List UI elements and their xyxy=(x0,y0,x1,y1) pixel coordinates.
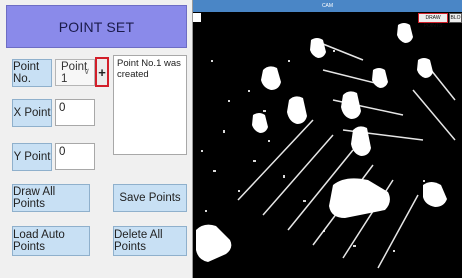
y-point-button[interactable]: Y Point xyxy=(12,143,52,171)
x-point-input[interactable]: 0 xyxy=(55,99,95,126)
point-select[interactable]: Point 1 ∨ xyxy=(55,59,95,86)
draw-points-button[interactable]: DRAW POINTS xyxy=(418,13,448,29)
camera-image xyxy=(193,0,462,278)
page-title: POINT SET xyxy=(6,5,187,48)
load-auto-points-button[interactable]: Load Auto Points xyxy=(12,226,90,256)
add-point-button[interactable]: + xyxy=(95,57,109,87)
draw-all-points-button[interactable]: Draw All Points xyxy=(12,184,90,212)
point-no-button[interactable]: Point No. xyxy=(12,59,52,87)
save-points-button[interactable]: Save Points xyxy=(113,184,187,212)
camera-view-panel: CAM DRAW POINTS BLO xyxy=(193,0,462,278)
x-point-button[interactable]: X Point xyxy=(12,99,52,127)
delete-all-points-button[interactable]: Delete All Points xyxy=(113,226,187,256)
point-set-panel: POINT SET Point No. Point 1 ∨ + Point No… xyxy=(0,0,193,278)
y-point-input[interactable]: 0 xyxy=(55,143,95,170)
camera-window-title: CAM xyxy=(193,0,462,12)
toolbar-button-2[interactable]: BLO xyxy=(449,13,462,23)
chevron-down-icon: ∨ xyxy=(83,66,90,76)
log-text: Point No.1 was created xyxy=(117,58,181,80)
log-textbox[interactable]: Point No.1 was created xyxy=(113,55,187,155)
